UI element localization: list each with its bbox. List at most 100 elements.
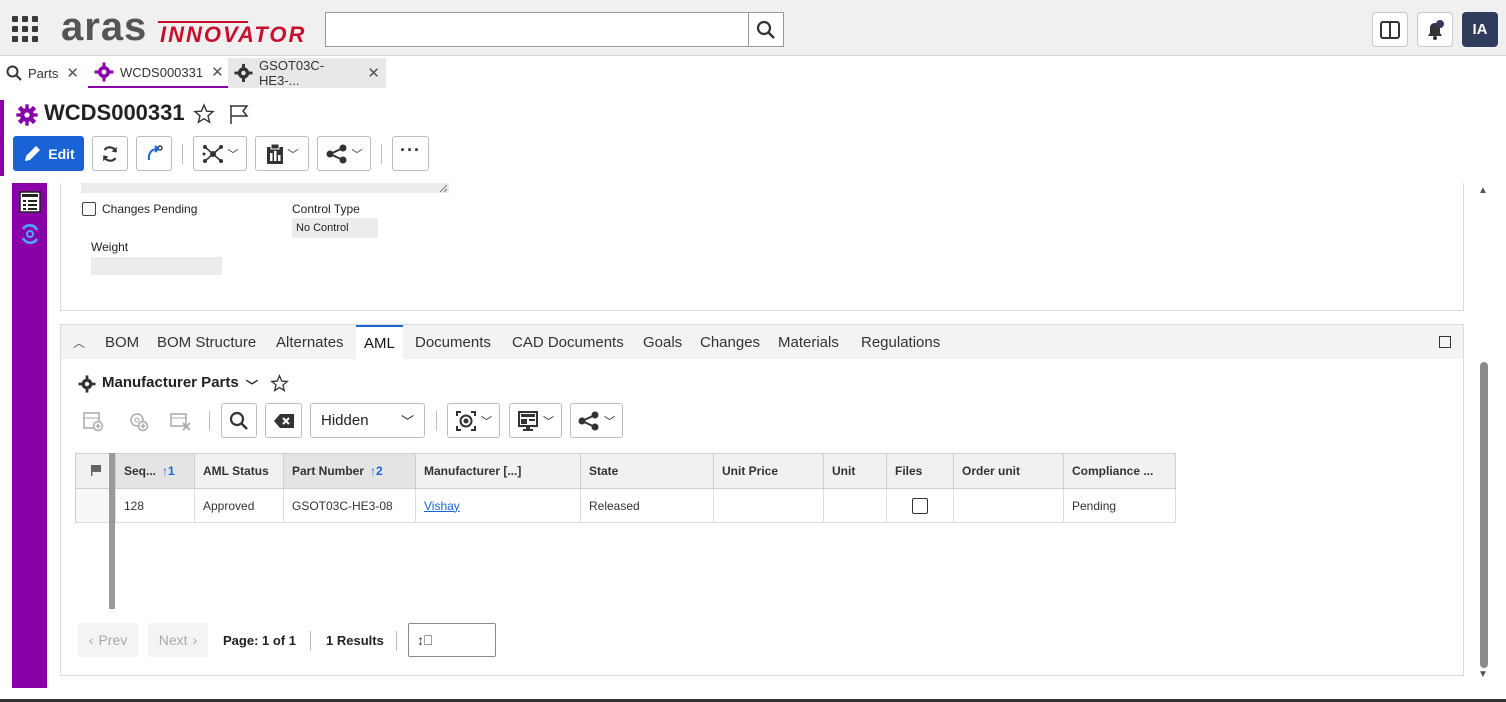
- tab-gsot03c[interactable]: GSOT03C-HE3-... ✕: [228, 58, 386, 88]
- clear-search-button[interactable]: [265, 403, 302, 438]
- column-header-state[interactable]: State: [580, 453, 714, 489]
- chevron-down-icon: ﹀: [543, 415, 554, 428]
- frozen-column-divider[interactable]: [109, 453, 115, 609]
- favorite-star-icon[interactable]: [270, 374, 289, 393]
- control-type-label: Control Type: [292, 202, 360, 216]
- tab-changes[interactable]: Changes: [700, 325, 760, 359]
- user-avatar[interactable]: IA: [1462, 12, 1498, 47]
- column-header-seq[interactable]: Seq... ↑1: [115, 453, 195, 489]
- tab-label: GSOT03C-HE3-...: [259, 58, 325, 88]
- grid-search-button[interactable]: [221, 403, 257, 438]
- cell-compliance[interactable]: Pending: [1063, 488, 1176, 523]
- toolbar-separator: [182, 144, 183, 164]
- item-sidebar: [12, 183, 47, 688]
- split-view-icon: [1380, 20, 1400, 39]
- notifications-button[interactable]: [1417, 12, 1453, 47]
- cell-files[interactable]: [886, 488, 954, 523]
- tab-regulations[interactable]: Regulations: [861, 325, 940, 359]
- flag-icon[interactable]: [229, 103, 249, 125]
- share-button[interactable]: ﹀: [317, 136, 371, 171]
- clear-icon: [273, 413, 294, 428]
- tab-alternates[interactable]: Alternates: [276, 325, 344, 359]
- remove-row-button[interactable]: [168, 408, 194, 434]
- logo-aras: aras: [61, 5, 148, 49]
- cell-state[interactable]: Released: [580, 488, 714, 523]
- close-icon[interactable]: ✕: [367, 64, 380, 82]
- column-header-unit-price[interactable]: Unit Price: [713, 453, 824, 489]
- page-indicator: Page: 1 of 1: [223, 632, 296, 648]
- chevron-down-icon[interactable]: ﹀: [246, 377, 258, 394]
- description-textarea[interactable]: [81, 183, 449, 193]
- refresh-icon: [102, 145, 118, 162]
- tab-goals[interactable]: Goals: [643, 325, 682, 359]
- cell-unit-price[interactable]: [713, 488, 824, 523]
- tab-bom[interactable]: BOM: [105, 325, 139, 359]
- form-view-button[interactable]: [17, 189, 43, 215]
- sort-order: 2: [376, 464, 383, 478]
- cell-unit[interactable]: [823, 488, 887, 523]
- column-header-unit[interactable]: Unit: [823, 453, 887, 489]
- add-item-button[interactable]: [125, 408, 151, 434]
- filter-select[interactable]: Hidden ﹀: [310, 403, 425, 438]
- structure-view-button[interactable]: ﹀: [193, 136, 247, 171]
- tab-parts[interactable]: Parts ✕: [0, 58, 85, 88]
- files-checkbox[interactable]: [912, 497, 928, 514]
- more-actions-button[interactable]: ···: [392, 136, 429, 171]
- close-icon[interactable]: ✕: [211, 63, 224, 81]
- column-header-order-unit[interactable]: Order unit: [953, 453, 1064, 489]
- cell-seq[interactable]: 128: [115, 488, 195, 523]
- cell-manufacturer[interactable]: Vishay: [415, 488, 581, 523]
- lifecycle-button[interactable]: [136, 136, 172, 171]
- column-header-files[interactable]: Files: [886, 453, 954, 489]
- column-header-part-number[interactable]: Part Number ↑2: [283, 453, 416, 489]
- manufacturer-link[interactable]: Vishay: [424, 499, 460, 513]
- top-header: aras INNOVATOR IA: [0, 0, 1506, 56]
- scroll-up-icon[interactable]: ▲: [1478, 185, 1488, 196]
- collapse-chevron-icon[interactable]: ︿: [73, 334, 85, 351]
- tab-cad-documents[interactable]: CAD Documents: [512, 325, 624, 359]
- view-mode-button[interactable]: ﹀: [447, 403, 500, 438]
- relationships-view-button[interactable]: [17, 221, 43, 247]
- tab-materials[interactable]: Materials: [778, 325, 839, 359]
- reports-button[interactable]: ﹀: [255, 136, 309, 171]
- maximize-icon[interactable]: [1439, 336, 1451, 348]
- grid-share-button[interactable]: ﹀: [570, 403, 623, 438]
- item-form: Changes Pending Control Type No Control …: [60, 183, 1464, 311]
- tab-documents[interactable]: Documents: [415, 325, 491, 359]
- cell-part-number[interactable]: GSOT03C-HE3-08: [283, 488, 416, 523]
- refresh-button[interactable]: [92, 136, 128, 171]
- resize-handle-icon[interactable]: [438, 183, 448, 193]
- favorite-star-icon[interactable]: [193, 103, 215, 125]
- tab-wcds000331[interactable]: WCDS000331 ✕: [88, 58, 230, 88]
- global-search-input[interactable]: [325, 12, 749, 47]
- split-view-button[interactable]: [1372, 12, 1408, 47]
- close-icon[interactable]: ✕: [66, 64, 79, 82]
- edit-button[interactable]: Edit: [13, 136, 84, 171]
- cell-aml-status[interactable]: Approved: [194, 488, 284, 523]
- weight-field[interactable]: [91, 257, 222, 275]
- scroll-down-icon[interactable]: ▼: [1478, 669, 1488, 680]
- prev-page-button[interactable]: ‹ Prev: [78, 623, 138, 657]
- column-header-manufacturer[interactable]: Manufacturer [...]: [415, 453, 581, 489]
- next-label: Next: [158, 632, 188, 648]
- page-size-input[interactable]: ↕⎕: [408, 623, 496, 657]
- changes-pending-checkbox[interactable]: [82, 202, 96, 216]
- column-header-compliance[interactable]: Compliance ...: [1063, 453, 1176, 489]
- display-options-button[interactable]: ﹀: [509, 403, 562, 438]
- tab-bom-structure[interactable]: BOM Structure: [157, 325, 256, 359]
- control-type-field[interactable]: No Control: [292, 218, 378, 238]
- search-button[interactable]: [748, 12, 784, 47]
- scrollbar-thumb[interactable]: [1480, 362, 1488, 668]
- tab-aml[interactable]: AML: [356, 325, 403, 359]
- column-header-aml-status[interactable]: AML Status: [194, 453, 284, 489]
- share-icon: [578, 411, 599, 430]
- table-row[interactable]: 128 Approved GSOT03C-HE3-08 Vishay Relea…: [75, 488, 1176, 523]
- new-row-button[interactable]: [80, 408, 106, 434]
- cell-order-unit[interactable]: [953, 488, 1064, 523]
- bell-icon: [1428, 19, 1444, 40]
- filter-select-value: Hidden: [321, 412, 369, 429]
- edit-button-label: Edit: [48, 145, 75, 162]
- app-launcher-icon[interactable]: [12, 16, 38, 42]
- next-page-button[interactable]: Next ›: [148, 623, 208, 657]
- tab-label: WCDS000331: [120, 64, 204, 80]
